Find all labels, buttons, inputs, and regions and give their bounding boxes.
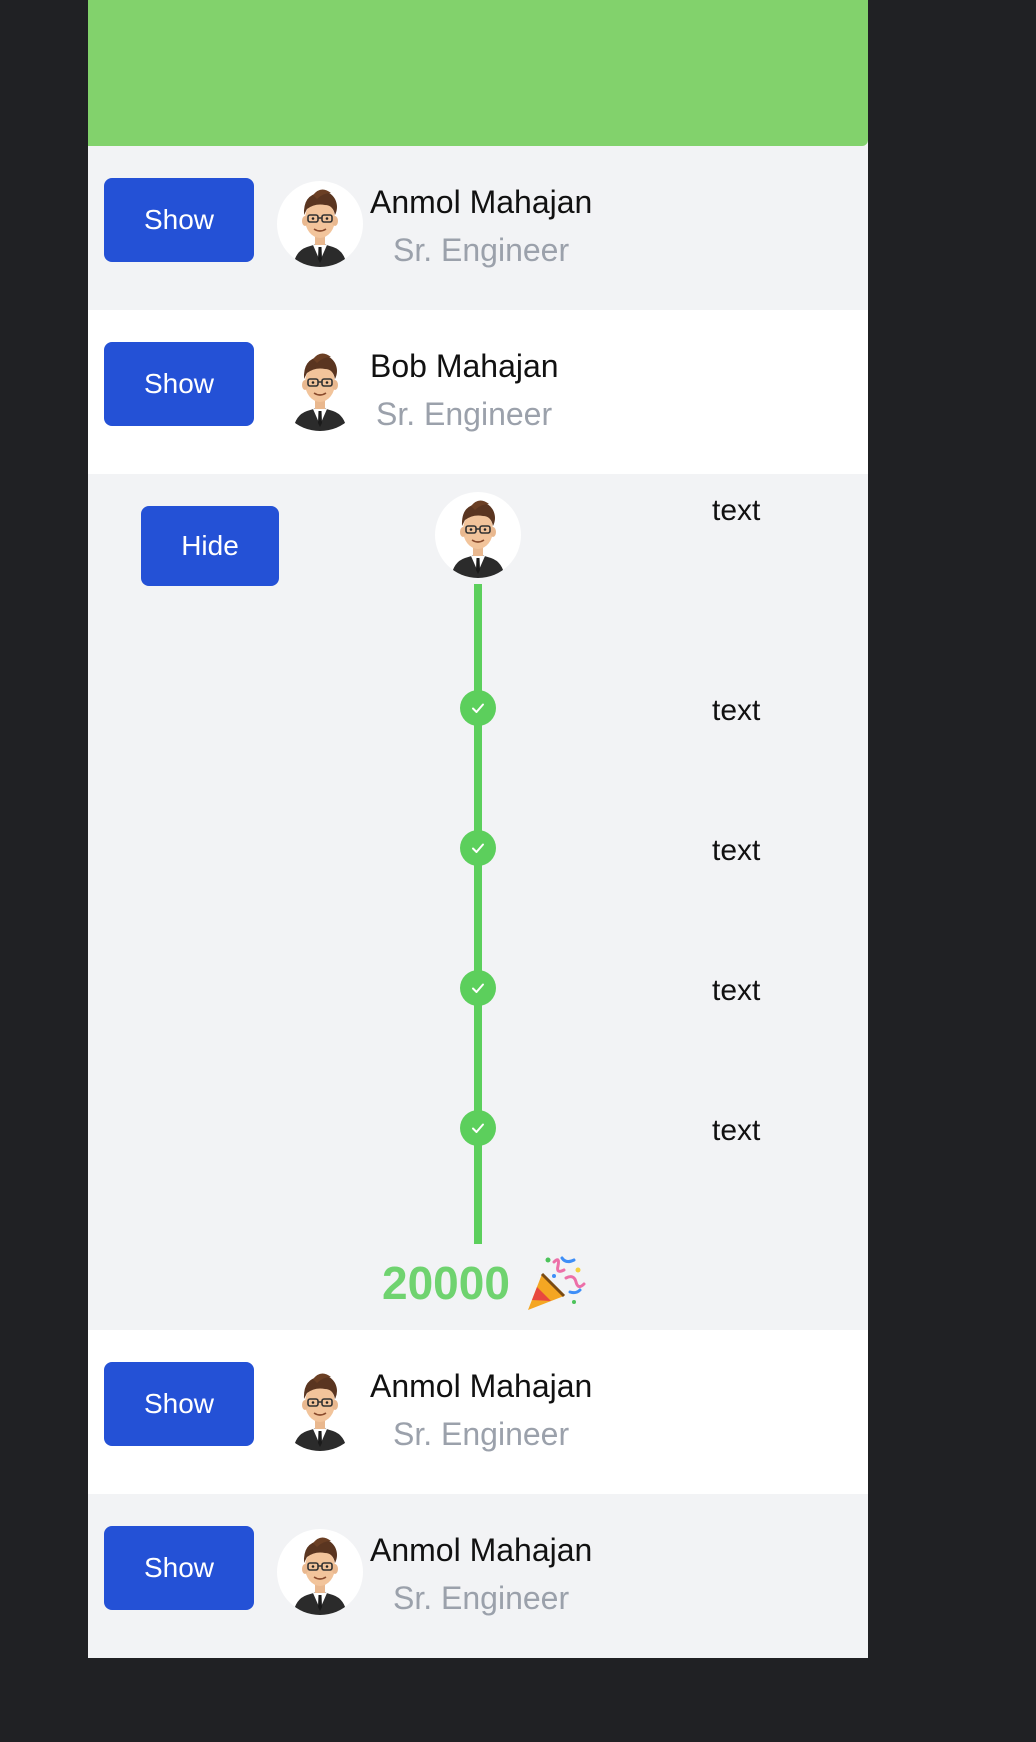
person-role: Sr. Engineer bbox=[393, 1416, 570, 1452]
person-name: Bob Mahajan bbox=[370, 348, 559, 384]
person-name: Anmol Mahajan bbox=[370, 184, 593, 220]
avatar bbox=[435, 492, 521, 578]
timeline-step-text: text bbox=[712, 974, 761, 1007]
check-icon bbox=[460, 970, 496, 1006]
list-item: Show Anmol Mahajan Sr. Engineer bbox=[88, 146, 868, 310]
header-bar bbox=[88, 0, 868, 146]
show-button[interactable]: Show bbox=[104, 1526, 254, 1610]
timeline-step-text: text bbox=[712, 834, 761, 867]
expanded-details: Hide text text text text text 20000 bbox=[88, 474, 868, 1330]
avatar bbox=[277, 1529, 363, 1615]
timeline-step-text: text bbox=[712, 1114, 761, 1147]
party-popper-icon bbox=[527, 1256, 586, 1310]
show-button[interactable]: Show bbox=[104, 178, 254, 262]
timeline-step-text: text bbox=[712, 694, 761, 727]
timeline-text: text bbox=[712, 494, 761, 527]
show-button[interactable]: Show bbox=[104, 1362, 254, 1446]
avatar bbox=[277, 181, 363, 267]
main-panel: Show Anmol Mahajan Sr. Engineer Show Bob… bbox=[88, 0, 868, 1658]
total-count: 20000 bbox=[382, 1252, 586, 1314]
total-value: 20000 bbox=[382, 1257, 510, 1309]
check-icon bbox=[460, 830, 496, 866]
person-role: Sr. Engineer bbox=[376, 396, 553, 432]
check-icon bbox=[460, 1110, 496, 1146]
list-item: Show Anmol Mahajan Sr. Engineer bbox=[88, 1330, 868, 1494]
hide-button[interactable]: Hide bbox=[141, 506, 279, 586]
person-role: Sr. Engineer bbox=[393, 1580, 570, 1616]
person-name: Anmol Mahajan bbox=[370, 1368, 593, 1404]
avatar bbox=[277, 345, 363, 431]
person-name: Anmol Mahajan bbox=[370, 1532, 593, 1568]
avatar bbox=[277, 1365, 363, 1451]
check-icon bbox=[460, 690, 496, 726]
show-button[interactable]: Show bbox=[104, 342, 254, 426]
list-item: Show Anmol Mahajan Sr. Engineer bbox=[88, 1494, 868, 1658]
list-item: Show Bob Mahajan Sr. Engineer bbox=[88, 310, 868, 474]
person-role: Sr. Engineer bbox=[393, 232, 570, 268]
